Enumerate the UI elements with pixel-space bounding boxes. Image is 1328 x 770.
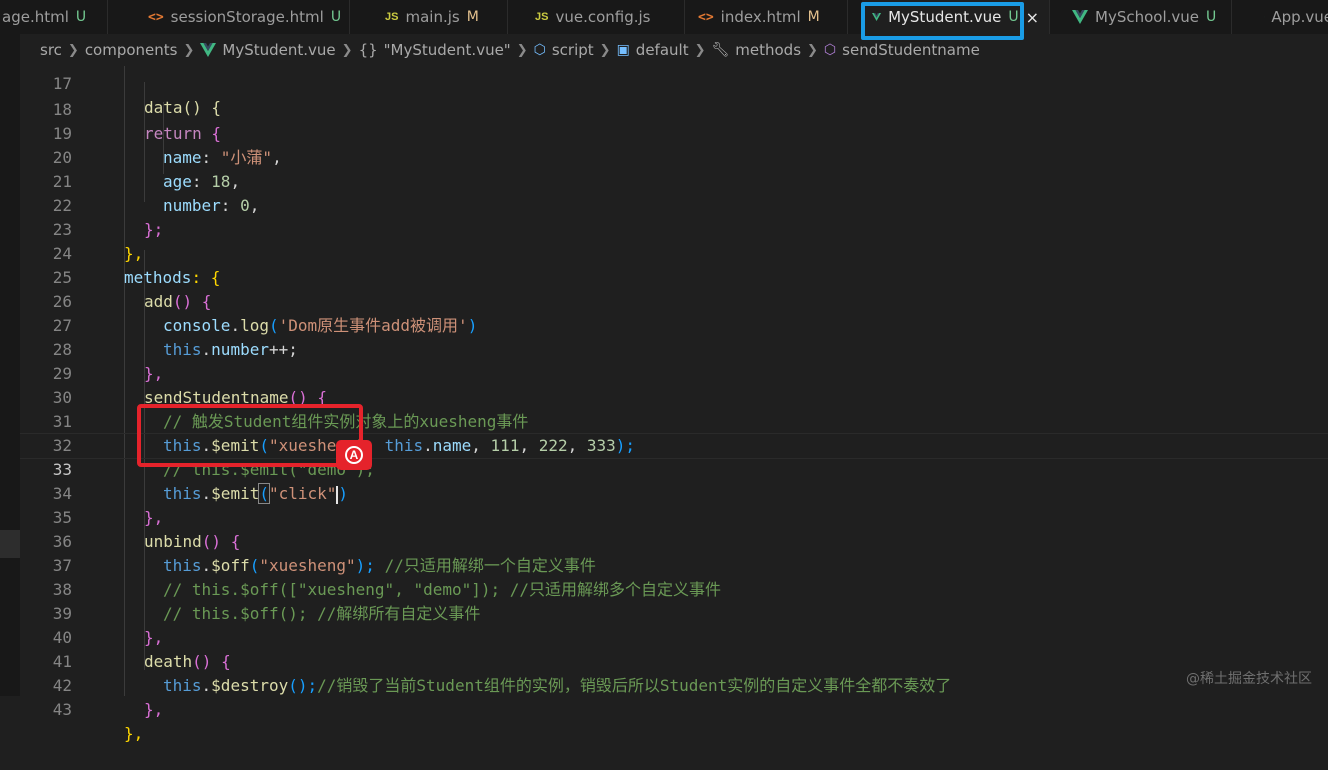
code-line: 43 },	[20, 674, 1328, 698]
code-line: 37 // this.$off(["xuesheng", "demo"]); /…	[20, 530, 1328, 554]
code-line: 24 methods: {	[20, 218, 1328, 242]
tab-status: U	[1206, 9, 1216, 25]
code-line: 27 this.number++;	[20, 290, 1328, 314]
tab-status: M	[808, 9, 820, 25]
html-file-icon: <>	[148, 10, 164, 25]
tab-label: vue.config.js	[555, 8, 650, 26]
code-line: 42 },	[20, 650, 1328, 674]
tab-sessionstorage-html[interactable]: <> sessionStorage.html U	[138, 0, 350, 34]
code-line: 40 death() {	[20, 602, 1328, 626]
line-number: 43	[20, 698, 72, 722]
code-text: },	[124, 722, 143, 746]
activity-indicator	[0, 530, 20, 558]
code-line: 23 },	[20, 194, 1328, 218]
code-line: 22 };	[20, 170, 1328, 194]
close-icon[interactable]: ×	[1026, 8, 1039, 27]
tab-label: index.html	[721, 8, 801, 26]
js-file-icon: JS	[385, 11, 398, 23]
code-line: 28 },	[20, 314, 1328, 338]
watermark: @稀土掘金技术社区	[1186, 668, 1312, 688]
code-line: 39 },	[20, 578, 1328, 602]
tab-age-html[interactable]: age.html U	[0, 0, 108, 34]
code-line: 41 this.$destroy();//销毁了当前Student组件的实例，销…	[20, 626, 1328, 650]
code-line: 29 sendStudentname() {	[20, 338, 1328, 362]
code-line: 20 age: 18,	[20, 122, 1328, 146]
code-line: 17 data() {	[20, 48, 1328, 72]
tab-label: age.html	[2, 8, 69, 26]
red-highlight-box	[137, 404, 363, 467]
code-line: 35 unbind() {	[20, 482, 1328, 506]
code-text: },	[144, 698, 163, 722]
code-line: 25 add() {	[20, 242, 1328, 266]
tab-status: U	[76, 9, 86, 25]
js-file-icon: JS	[535, 11, 548, 23]
tab-status: U	[331, 9, 341, 25]
vue-file-icon	[1072, 10, 1088, 24]
tab-myschool-vue[interactable]: MySchool.vue U	[1062, 0, 1232, 34]
editor-tab-bar: age.html U <> sessionStorage.html U JS m…	[0, 0, 1328, 34]
code-line: 21 number: 0,	[20, 146, 1328, 170]
code-line: 38 // this.$off(); //解绑所有自定义事件	[20, 554, 1328, 578]
tab-index-html[interactable]: <> index.html M	[688, 0, 848, 34]
annotation-icon: A	[345, 446, 363, 464]
tab-label: main.js	[405, 8, 459, 26]
tab-vue-config-js[interactable]: JS vue.config.js	[525, 0, 685, 34]
code-line: 19 name: "小蒲",	[20, 98, 1328, 122]
code-line: 18 return {	[20, 74, 1328, 98]
tab-main-js[interactable]: JS main.js M	[375, 0, 508, 34]
tab-label: App.vue	[1271, 8, 1328, 26]
code-line: 30 // 触发Student组件实例对象上的xuesheng事件	[20, 362, 1328, 386]
tab-label: MySchool.vue	[1095, 8, 1199, 26]
code-line: 36 this.$off("xuesheng"); //只适用解绑一个自定义事件	[20, 506, 1328, 530]
annotation-badge: A	[336, 440, 372, 470]
tab-app-vue[interactable]: App.vue	[1254, 0, 1328, 34]
tab-status: M	[467, 9, 479, 25]
html-file-icon: <>	[698, 10, 714, 25]
activity-bar-strip	[0, 0, 20, 696]
code-line: 26 console.log('Dom原生事件add被调用')	[20, 266, 1328, 290]
code-editor[interactable]: 17 data() { 18 return { 19 name: "小蒲", 2…	[20, 56, 1328, 696]
tab-label: sessionStorage.html	[171, 8, 324, 26]
